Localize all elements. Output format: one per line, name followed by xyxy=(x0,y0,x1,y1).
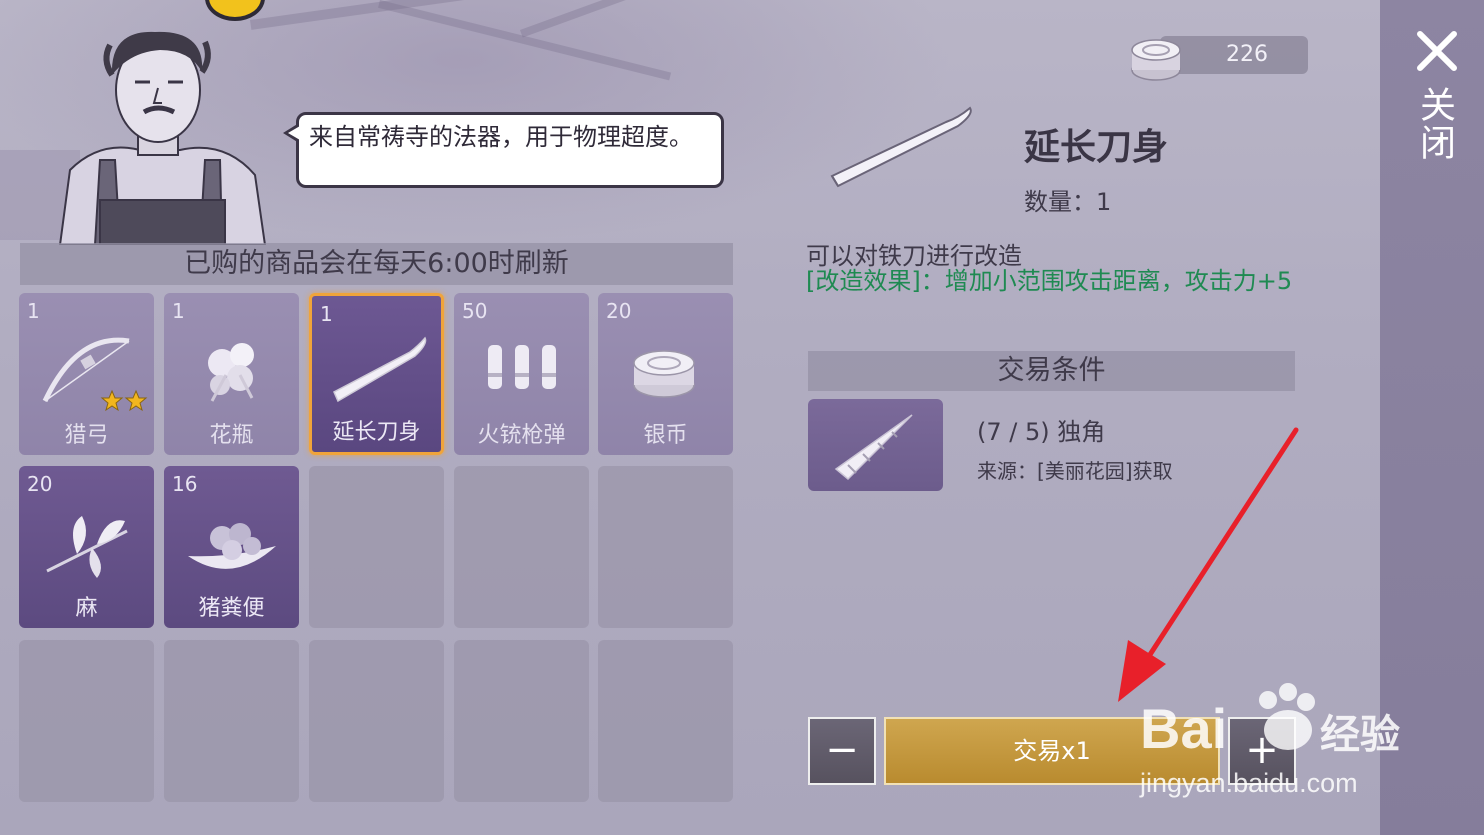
decrease-quantity-button[interactable]: − xyxy=(808,717,876,785)
npc-speech-text: 来自常祷寺的法器，用于物理超度。 xyxy=(309,123,693,151)
item-quantity: 50 xyxy=(462,299,488,323)
item-name: 花瓶 xyxy=(209,423,254,448)
speech-tail-inner xyxy=(288,126,300,140)
item-quantity: 16 xyxy=(172,472,198,496)
silver-coin-icon xyxy=(1131,39,1181,81)
item-effect: [改造效果]：增加小范围攻击距离，攻击力+5 xyxy=(806,267,1293,295)
item-name: 火铳枪弹 xyxy=(477,423,566,448)
item-name: 银币 xyxy=(643,423,688,448)
item-quantity: 20 xyxy=(27,472,53,496)
item-name: 延长刀身 xyxy=(332,420,421,445)
shop-item-hunting-bow[interactable]: 1 猎弓 xyxy=(19,293,154,455)
item-quantity: 1 xyxy=(172,299,185,323)
required-item-slot[interactable] xyxy=(808,399,943,491)
annotation-arrow-icon xyxy=(1118,427,1299,702)
hemp-icon xyxy=(46,516,128,578)
item-name: 麻 xyxy=(75,596,98,621)
trade-conditions-header: 交易条件 xyxy=(808,351,1295,391)
blade-icon xyxy=(333,336,427,403)
empty-slot xyxy=(454,640,589,802)
shop-item-blade-extension[interactable]: 1 延长刀身 xyxy=(309,293,444,455)
empty-slot xyxy=(19,640,154,802)
item-quantity: 1 xyxy=(27,299,40,323)
shop-item-musket-bullets[interactable]: 50 火铳枪弹 xyxy=(454,293,589,455)
horn-icon xyxy=(834,414,913,481)
shop-item-hemp[interactable]: 20 麻 xyxy=(19,466,154,628)
svg-text:经验: 经验 xyxy=(1320,712,1400,758)
shop-item-silver-coin[interactable]: 20 银币 xyxy=(598,293,733,455)
dung-icon xyxy=(188,523,276,569)
svg-text:jingyan.baidu.com: jingyan.baidu.com xyxy=(1139,768,1358,798)
svg-text:Bai: Bai xyxy=(1140,697,1227,760)
star-rating-icon xyxy=(100,389,148,412)
item-quantity-label: 数量：1 xyxy=(1024,188,1112,216)
item-name: 猎弓 xyxy=(64,423,109,448)
shop-item-vase[interactable]: 1 花瓶 xyxy=(164,293,299,455)
required-item-count: (7 / 5) 独角 xyxy=(977,418,1106,446)
item-quantity: 20 xyxy=(606,299,632,323)
empty-slot xyxy=(164,640,299,802)
blade-detail-icon xyxy=(830,106,972,188)
close-label[interactable]: 关闭 xyxy=(1414,86,1460,162)
item-quantity: 1 xyxy=(320,302,333,326)
currency-amount: 226 xyxy=(1226,42,1268,67)
empty-slot xyxy=(309,640,444,802)
item-name: 猪粪便 xyxy=(198,596,265,621)
shop-grid: 1 猎弓 1 花瓶 1 延长刀身 50 火铳枪弹 20 银币 20 麻 16 猪… xyxy=(19,293,733,803)
close-icon[interactable] xyxy=(1414,28,1460,74)
empty-slot xyxy=(309,466,444,628)
item-title: 延长刀身 xyxy=(1024,127,1169,168)
npc-portrait xyxy=(40,0,280,246)
shop-item-pig-dung[interactable]: 16 猪粪便 xyxy=(164,466,299,628)
coin-icon xyxy=(633,350,695,398)
flower-icon xyxy=(208,343,254,402)
empty-slot xyxy=(598,640,733,802)
empty-slot xyxy=(598,466,733,628)
npc-speech-bubble: 来自常祷寺的法器，用于物理超度。 xyxy=(283,112,724,188)
baidu-watermark-logo: Bai 经验 jingyan.baidu.com xyxy=(1139,683,1400,798)
bullets-icon xyxy=(488,345,556,389)
refresh-banner: 已购的商品会在每天6:00时刷新 xyxy=(20,243,733,285)
empty-slot xyxy=(454,466,589,628)
